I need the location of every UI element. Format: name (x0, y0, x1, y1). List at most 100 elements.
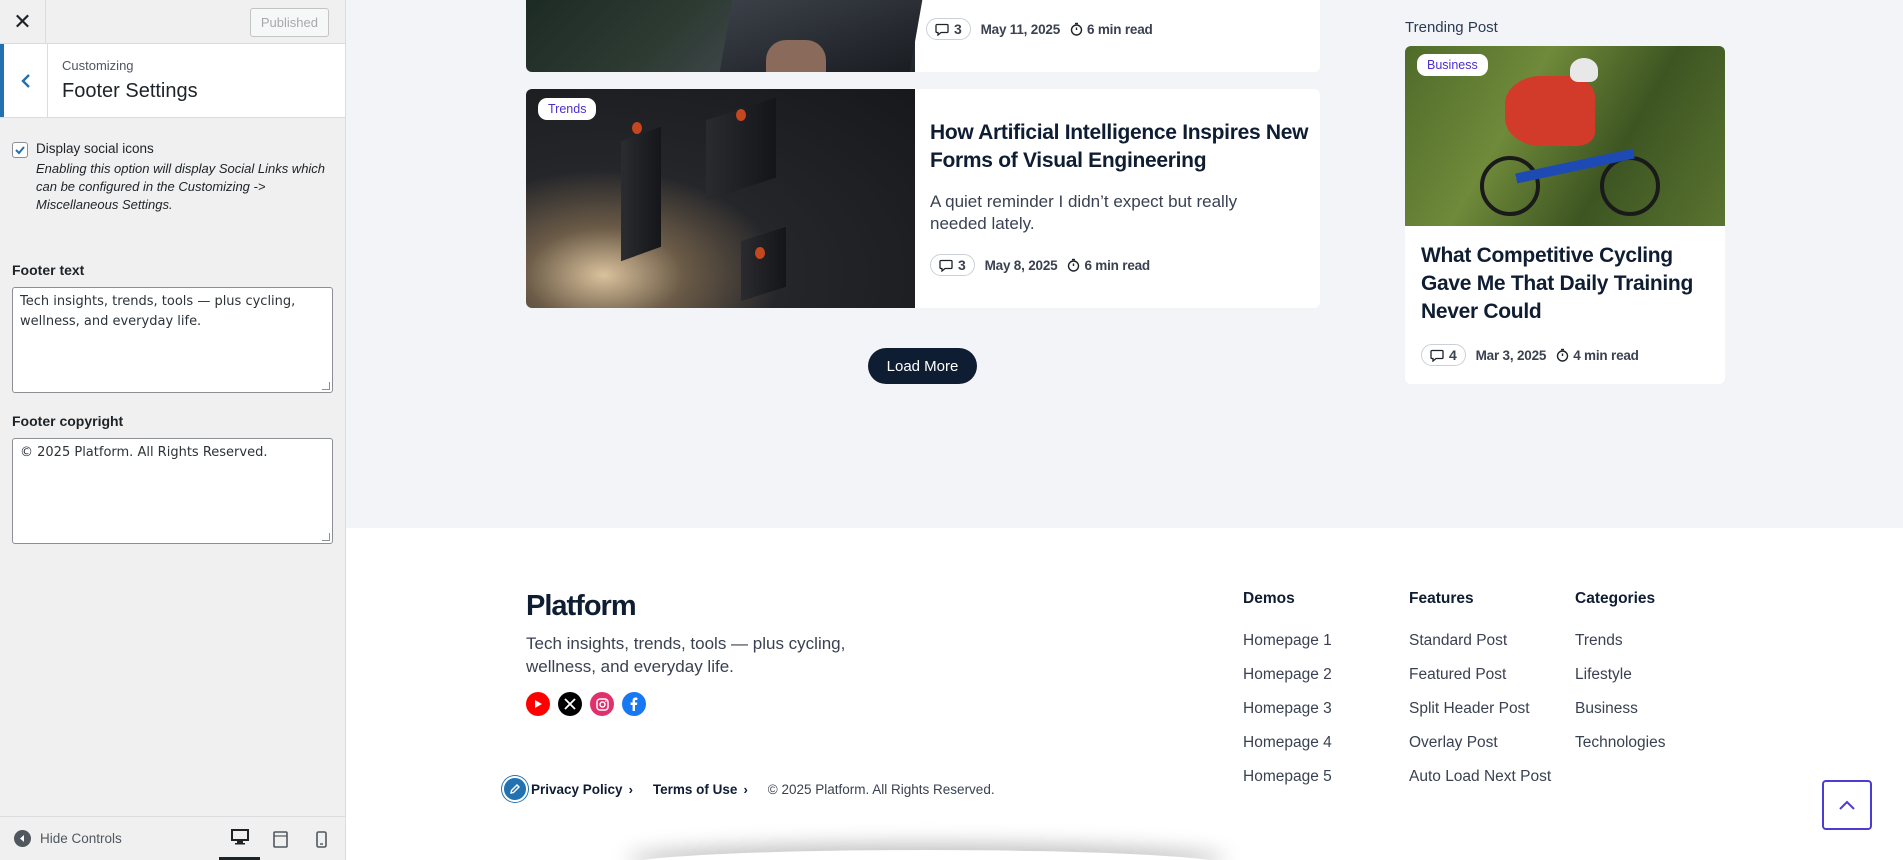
scroll-to-top-button[interactable] (1822, 780, 1872, 830)
publish-button[interactable]: Published (249, 8, 329, 37)
footer-text-value: Tech insights, trends, tools — plus cycl… (20, 294, 296, 329)
resize-handle-icon[interactable] (322, 382, 330, 390)
footer-link[interactable]: Homepage 5 (1243, 768, 1332, 786)
footer-copyright-value: © 2025 Platform. All Rights Reserved. (20, 445, 268, 460)
footer-link[interactable]: Trends (1575, 632, 1623, 650)
comment-icon (935, 23, 949, 36)
footer-link[interactable]: Standard Post (1409, 632, 1507, 650)
edit-shortcut-button[interactable] (502, 776, 528, 802)
orange-dot (736, 109, 746, 121)
footer-link[interactable]: Homepage 4 (1243, 734, 1332, 752)
category-tag[interactable]: Trends (538, 98, 597, 120)
block-shape (741, 226, 786, 302)
wheel-shape (1600, 156, 1660, 216)
footer-link[interactable]: Homepage 3 (1243, 700, 1332, 718)
post-thumbnail[interactable] (526, 89, 915, 308)
youtube-icon[interactable] (526, 692, 550, 716)
post-date: Mar 3, 2025 (1475, 347, 1547, 363)
read-time: 4 min read (1556, 348, 1639, 363)
chevron-right-icon: › (743, 781, 748, 797)
collapse-icon (14, 830, 31, 847)
orange-dot (632, 122, 642, 134)
customizer-header: ✕ Published (0, 0, 345, 44)
footer-link[interactable]: Featured Post (1409, 666, 1506, 684)
block-shape (621, 126, 661, 262)
post-card[interactable]: 3 May 11, 2025 6 min read (526, 0, 1320, 72)
hide-controls-label: Hide Controls (40, 831, 122, 846)
footer-link[interactable]: Auto Load Next Post (1409, 768, 1551, 786)
close-icon: ✕ (13, 9, 32, 34)
site-footer: Platform Tech insights, trends, tools — … (346, 528, 1903, 860)
footer-link[interactable]: Split Header Post (1409, 700, 1530, 718)
helmet-shape (1570, 58, 1598, 82)
category-tag[interactable]: Business (1417, 54, 1488, 76)
preview-mobile-button[interactable] (301, 817, 342, 860)
load-more-button[interactable]: Load More (868, 348, 977, 384)
x-icon[interactable] (558, 692, 582, 716)
footer-column-heading: Demos (1243, 590, 1295, 607)
trending-title[interactable]: What Competitive Cycling Gave Me That Da… (1421, 242, 1711, 326)
back-button[interactable] (0, 44, 48, 117)
comment-icon (1430, 349, 1444, 362)
display-social-icons-row: Display social icons (12, 141, 154, 158)
footer-link[interactable]: Technologies (1575, 734, 1665, 752)
timer-icon (1068, 258, 1080, 272)
post-date: May 8, 2025 (984, 257, 1058, 273)
chevron-up-icon (1839, 800, 1855, 810)
social-icons-description: Enabling this option will display Social… (36, 161, 326, 212)
post-meta: 3 May 8, 2025 6 min read (930, 254, 1150, 276)
post-title[interactable]: How Artificial Intelligence Inspires New… (930, 119, 1310, 175)
footer-column-heading: Features (1409, 590, 1474, 607)
orange-dot (755, 247, 765, 259)
cyclist-shape (1505, 76, 1595, 146)
footer-link[interactable]: Overlay Post (1409, 734, 1498, 752)
privacy-policy-link[interactable]: Privacy Policy › (531, 782, 633, 797)
footer-social-icons (526, 692, 654, 716)
display-social-icons-label[interactable]: Display social icons (36, 141, 154, 156)
preview-desktop-button[interactable] (219, 817, 260, 860)
trending-heading: Trending Post (1405, 19, 1498, 36)
footer-link[interactable]: Homepage 2 (1243, 666, 1332, 684)
customizer-footer: Hide Controls (0, 816, 345, 860)
mobile-icon (316, 830, 327, 848)
comment-icon (939, 259, 953, 272)
comment-count[interactable]: 3 (926, 18, 971, 40)
section-header: Customizing Footer Settings (0, 44, 345, 118)
desktop-icon (230, 829, 249, 845)
post-excerpt: A quiet reminder I didn’t expect but rea… (930, 192, 1238, 233)
hide-controls-button[interactable]: Hide Controls (14, 830, 122, 847)
timer-icon (1070, 22, 1083, 36)
footer-link[interactable]: Lifestyle (1575, 666, 1632, 684)
comment-count[interactable]: 4 (1421, 344, 1466, 366)
instagram-icon[interactable] (590, 692, 614, 716)
chevron-left-icon (20, 73, 30, 88)
post-thumbnail[interactable] (526, 0, 923, 72)
read-time: 6 min read (1070, 22, 1153, 37)
footer-text-field[interactable]: Tech insights, trends, tools — plus cycl… (12, 287, 333, 393)
footer-text-label: Footer text (12, 262, 85, 278)
checkmark-icon (15, 146, 25, 155)
footer-link[interactable]: Homepage 1 (1243, 632, 1332, 650)
timer-icon (1557, 348, 1569, 362)
preview-tablet-button[interactable] (260, 817, 301, 860)
wheel-shape (1480, 156, 1540, 216)
trending-card[interactable]: Business What Competitive Cycling Gave M… (1405, 46, 1725, 384)
display-social-icons-checkbox[interactable] (12, 142, 28, 158)
comment-count[interactable]: 3 (930, 254, 975, 276)
footer-copyright: © 2025 Platform. All Rights Reserved. (767, 781, 995, 797)
customizing-label: Customizing (62, 58, 134, 73)
footer-text: Tech insights, trends, tools — plus cycl… (526, 634, 846, 676)
chevron-right-icon: › (628, 781, 633, 797)
footer-bottom-bar: Privacy Policy › Terms of Use › © 2025 P… (502, 776, 995, 802)
footer-link[interactable]: Business (1575, 700, 1638, 718)
post-meta: 3 May 11, 2025 6 min read (926, 18, 1153, 40)
close-customizer-button[interactable]: ✕ (0, 0, 46, 44)
facebook-icon[interactable] (622, 692, 646, 716)
footer-copyright-label: Footer copyright (12, 413, 124, 429)
resize-handle-icon[interactable] (322, 533, 330, 541)
terms-of-use-link[interactable]: Terms of Use › (653, 782, 748, 797)
footer-copyright-field[interactable]: © 2025 Platform. All Rights Reserved. (12, 438, 333, 544)
post-meta: 4 Mar 3, 2025 4 min read (1421, 344, 1639, 366)
post-card[interactable]: Trends How Artificial Intelligence Inspi… (526, 89, 1320, 308)
footer-logo[interactable]: Platform (526, 590, 637, 623)
